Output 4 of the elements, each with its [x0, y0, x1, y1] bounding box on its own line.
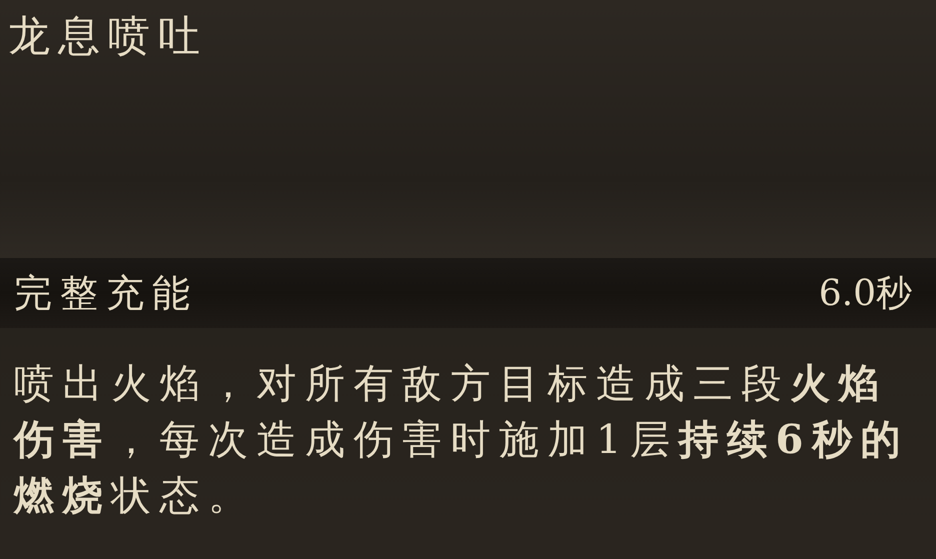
- skill-description: 喷出火焰，对所有敌方目标造成三段火焰伤害，每次造成伤害时施加1层持续6秒的燃烧状态。: [12, 359, 910, 521]
- charge-value: 6.0秒: [818, 272, 912, 316]
- charge-label: 完整充能: [14, 270, 198, 316]
- skill-title: 龙息喷吐: [8, 10, 209, 62]
